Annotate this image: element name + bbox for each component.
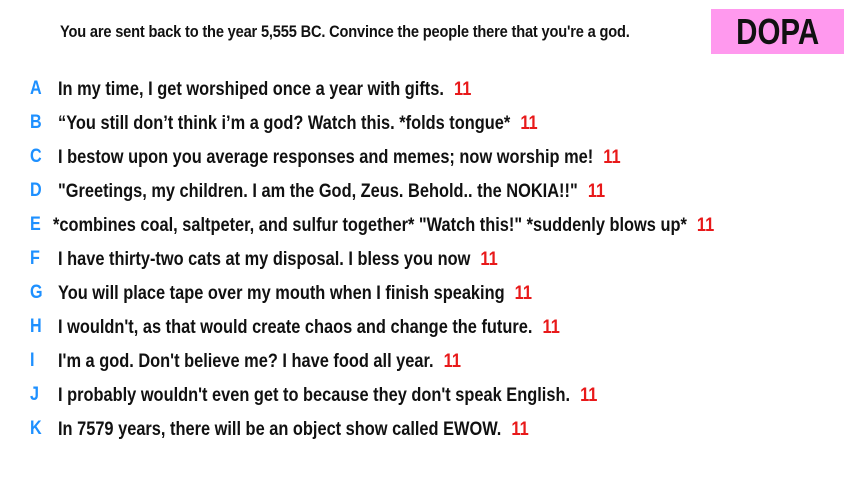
response-score: 11 (520, 111, 538, 134)
response-row: C I bestow upon you average responses an… (30, 140, 840, 174)
response-score: 11 (454, 77, 472, 100)
response-row: B “You still don’t think i’m a god? Watc… (30, 106, 840, 140)
response-text: "Greetings, my children. I am the God, Z… (58, 179, 578, 202)
response-score: 11 (587, 179, 606, 202)
response-letter: G (30, 282, 43, 303)
response-score: 11 (443, 349, 461, 372)
response-letter: E (30, 214, 41, 235)
prompt-text: You are sent back to the year 5,555 BC. … (60, 22, 630, 41)
response-letter: K (30, 418, 42, 439)
contestant-badge: DOPA (711, 9, 844, 54)
response-text: In my time, I get worshiped once a year … (58, 77, 444, 100)
response-text: “You still don’t think i’m a god? Watch … (58, 111, 511, 134)
response-letter: F (30, 248, 40, 269)
response-text: I wouldn't, as that would create chaos a… (58, 315, 533, 338)
response-text: In 7579 years, there will be an object s… (58, 417, 502, 440)
response-row: H I wouldn't, as that would create chaos… (30, 310, 840, 344)
response-text: I'm a god. Don't believe me? I have food… (58, 349, 434, 372)
response-text: I bestow upon you average responses and … (58, 145, 594, 168)
response-text: I have thirty-two cats at my disposal. I… (58, 247, 471, 270)
response-text: I probably wouldn't even get to because … (58, 383, 571, 406)
response-row: G You will place tape over my mouth when… (30, 276, 840, 310)
response-row: J I probably wouldn't even get to becaus… (30, 378, 840, 412)
response-letter: H (30, 316, 42, 337)
response-row: K In 7579 years, there will be an object… (30, 412, 840, 446)
response-text: *combines coal, saltpeter, and sulfur to… (52, 213, 687, 236)
response-letter: J (30, 384, 39, 405)
badge-label: DOPA (735, 10, 820, 52)
response-letter: C (30, 146, 42, 167)
response-score: 11 (480, 247, 498, 270)
response-row: F I have thirty-two cats at my disposal.… (30, 242, 840, 276)
response-text: You will place tape over my mouth when I… (58, 281, 505, 304)
response-row: D "Greetings, my children. I am the God,… (30, 174, 840, 208)
response-row: I I'm a god. Don't believe me? I have fo… (30, 344, 840, 378)
response-row: E *combines coal, saltpeter, and sulfur … (30, 208, 840, 242)
response-score: 11 (542, 315, 560, 338)
response-letter: D (30, 180, 42, 201)
response-list: A In my time, I get worshiped once a yea… (30, 72, 840, 446)
response-score: 11 (696, 213, 715, 236)
response-score: 11 (580, 383, 598, 406)
response-score: 11 (511, 417, 529, 440)
response-row: A In my time, I get worshiped once a yea… (30, 72, 840, 106)
response-letter: A (30, 78, 42, 99)
response-score: 11 (514, 281, 533, 304)
response-letter: I (30, 350, 35, 371)
response-score: 11 (603, 145, 621, 168)
response-letter: B (30, 112, 42, 133)
